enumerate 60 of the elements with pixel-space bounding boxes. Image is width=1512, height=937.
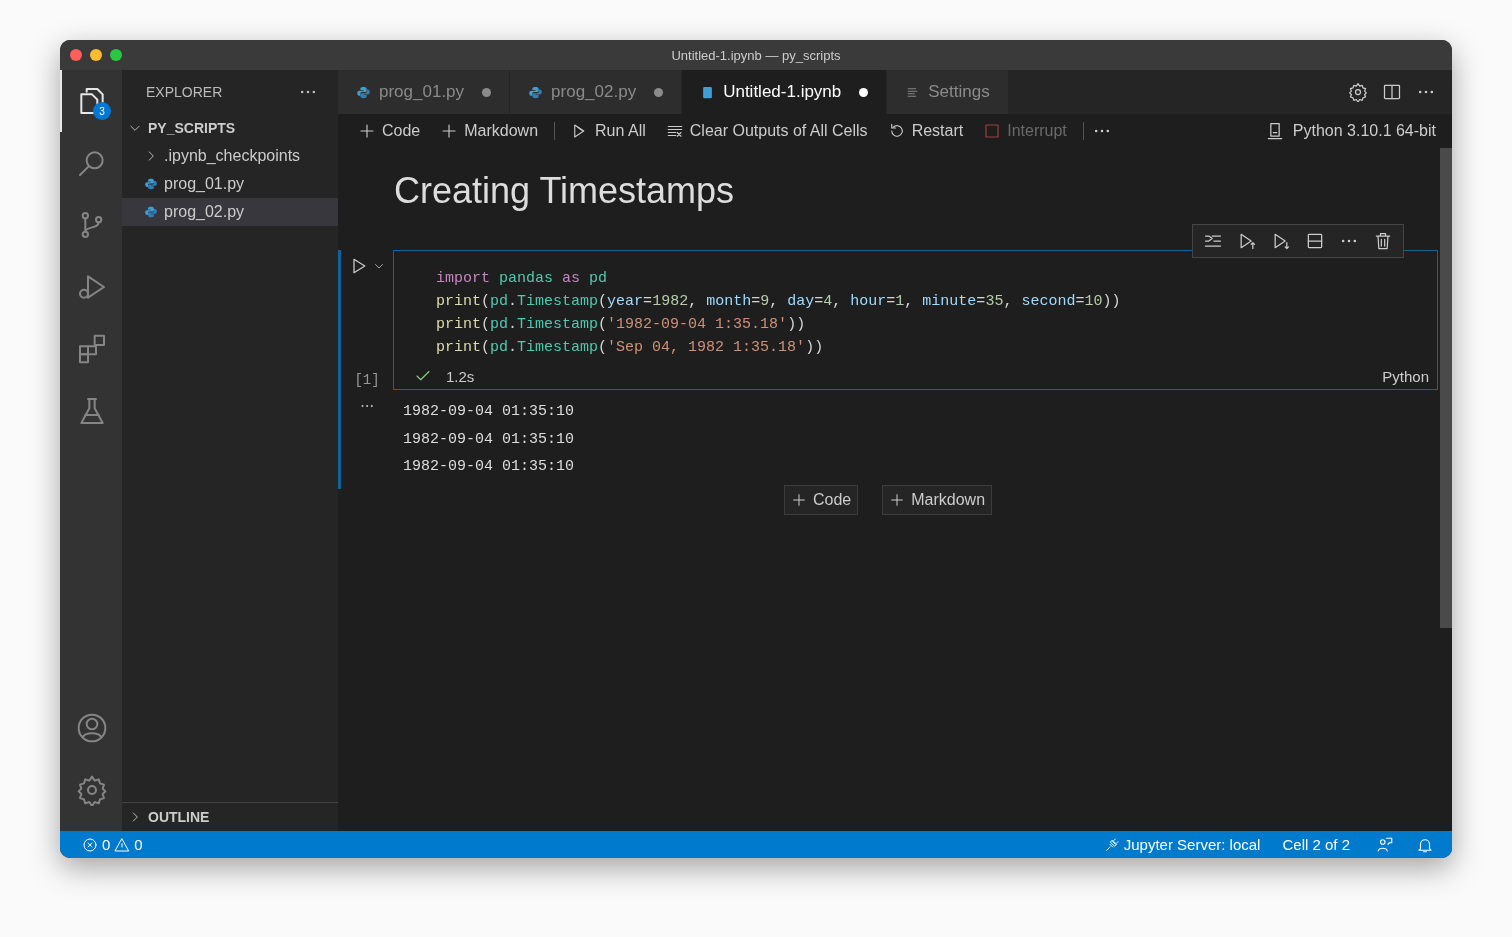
code-line: print(pd.Timestamp('1982-09-04 1:35.18')): [436, 315, 807, 335]
close-button[interactable]: [70, 49, 82, 61]
count-badge: 3: [93, 102, 111, 120]
execution-count: [1]: [354, 372, 380, 388]
file-row[interactable]: prog_02.py: [122, 198, 338, 226]
execution-time: 1.2s: [446, 367, 476, 385]
problems-indicator[interactable]: 0 0: [80, 836, 145, 853]
blocks-icon: [76, 333, 108, 365]
editor-tab[interactable]: prog_02.py: [510, 70, 683, 114]
code-line: print(pd.Timestamp('Sep 04, 1982 1:35.18')): [436, 338, 825, 358]
settings-icon: [76, 774, 108, 806]
python-file-icon: [144, 205, 158, 219]
folder-name: PY_SCRIPTS: [148, 120, 236, 136]
file-name: prog_01.py: [164, 175, 245, 193]
account-icon: [76, 712, 108, 744]
file-name: .ipynb_checkpoints: [164, 147, 301, 165]
plus-icon: [889, 491, 906, 508]
toolbar-button[interactable]: Run All: [563, 118, 654, 144]
editor-tab[interactable]: prog_01.py: [338, 70, 511, 114]
python-file-icon: [528, 84, 544, 100]
split-editor-icon[interactable]: [1382, 82, 1402, 102]
toolbar-button[interactable]: Code: [350, 118, 429, 144]
output-line: 1982-09-04 01:35:10: [403, 429, 575, 450]
minimize-button[interactable]: [90, 49, 102, 61]
plus-icon: [358, 122, 376, 140]
file-name: prog_02.py: [164, 203, 245, 221]
split-cell-icon[interactable]: [1305, 231, 1325, 251]
code-line: import pandas as pd: [436, 269, 609, 289]
code-line: print(pd.Timestamp(year=1982, month=9, day=4, hour=1, minute=35, second=10)): [436, 292, 1122, 312]
file-row[interactable]: .ipynb_checkpoints: [122, 142, 338, 170]
add-cell-button[interactable]: Markdown: [882, 484, 993, 515]
window-title: Untitled-1.ipynb — py_scripts: [671, 47, 841, 63]
toolbar-button[interactable]: Markdown: [432, 118, 547, 144]
warning-icon: [114, 836, 131, 853]
feedback-icon[interactable]: [1376, 835, 1394, 854]
add-cell-button[interactable]: Code: [783, 484, 859, 515]
delete-icon[interactable]: [1373, 231, 1393, 251]
sidebar-title: EXPLORER: [146, 84, 223, 100]
scrollbar[interactable]: [1440, 148, 1452, 628]
output-line: 1982-09-04 01:35:10: [403, 457, 575, 477]
toolbar-button[interactable]: Clear Outputs of All Cells: [657, 118, 876, 144]
folder-row[interactable]: PY_SCRIPTS: [122, 114, 338, 142]
cell-language[interactable]: Python: [1382, 367, 1429, 385]
editor-tab[interactable]: Untitled-1.ipynb: [682, 70, 888, 114]
toolbar-button[interactable]: Restart: [879, 118, 972, 144]
settings-icon[interactable]: [1348, 82, 1368, 102]
jupyter-server-status[interactable]: Jupyter Server: local: [1101, 836, 1263, 853]
python-file-icon: [144, 177, 158, 191]
kernel-picker[interactable]: Python 3.10.1 64-bit: [1264, 121, 1436, 141]
file-row[interactable]: prog_01.py: [122, 170, 338, 198]
output-line: 1982-09-04 01:35:10: [403, 402, 575, 422]
python-file-icon: [356, 84, 371, 100]
plus-icon: [790, 491, 807, 508]
editor-tab[interactable]: Settings: [887, 70, 1009, 114]
stop-icon: [983, 122, 1002, 140]
plug-icon: [1103, 836, 1120, 853]
markdown-heading: Creating Timestamps: [394, 170, 736, 212]
zoom-button[interactable]: [110, 49, 122, 61]
cell-position[interactable]: Cell 2 of 2: [1282, 836, 1350, 853]
error-icon: [82, 836, 98, 853]
